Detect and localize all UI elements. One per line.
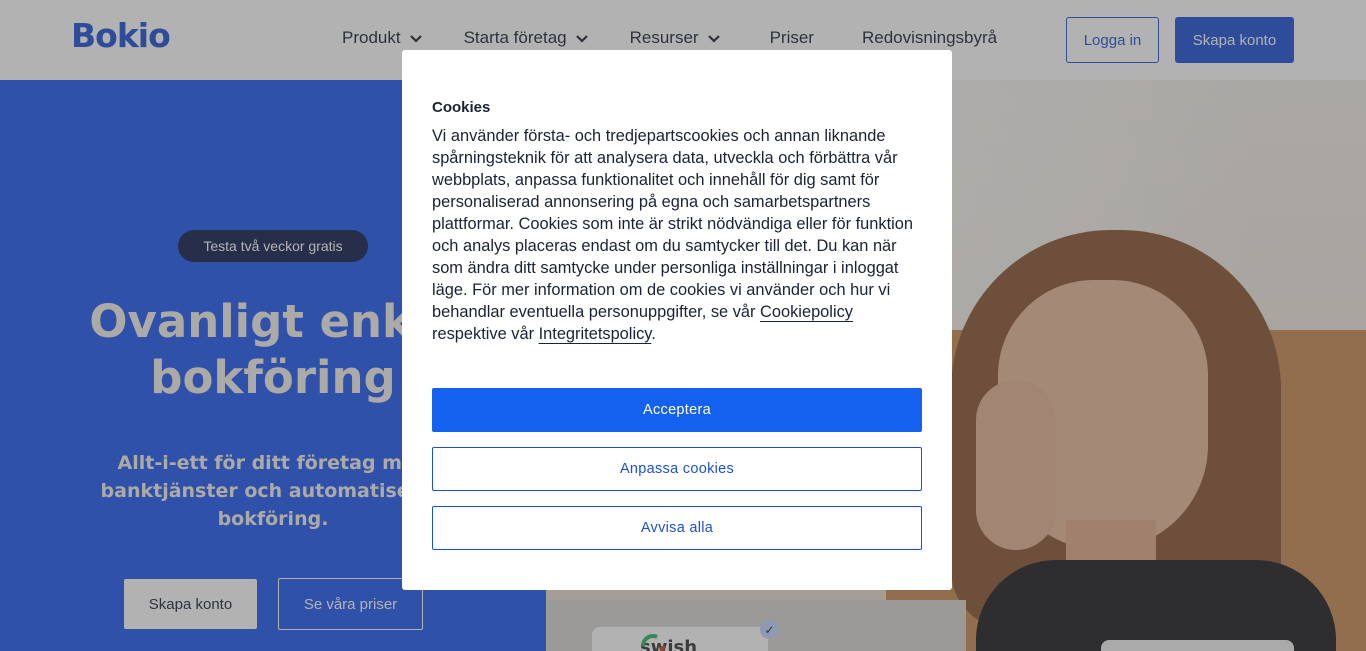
accept-cookies-button[interactable]: Acceptera xyxy=(432,388,922,432)
cookie-body-end: . xyxy=(651,325,656,343)
privacy-policy-link[interactable]: Integritetspolicy xyxy=(539,325,652,343)
cookie-body-text: Vi använder första- och tredjepartscooki… xyxy=(432,127,914,321)
customize-cookies-button[interactable]: Anpassa cookies xyxy=(432,447,922,491)
reject-all-button[interactable]: Avvisa alla xyxy=(432,506,922,550)
cookie-body-connector: respektive vår xyxy=(432,325,535,343)
cookie-dialog-text: Vi använder första- och tredjepartscooki… xyxy=(432,125,926,345)
cookie-policy-link[interactable]: Cookiepolicy xyxy=(760,303,853,321)
cookie-dialog-title: Cookies xyxy=(432,99,491,116)
cookie-dialog: Cookies Vi använder första- och tredjepa… xyxy=(402,50,952,590)
